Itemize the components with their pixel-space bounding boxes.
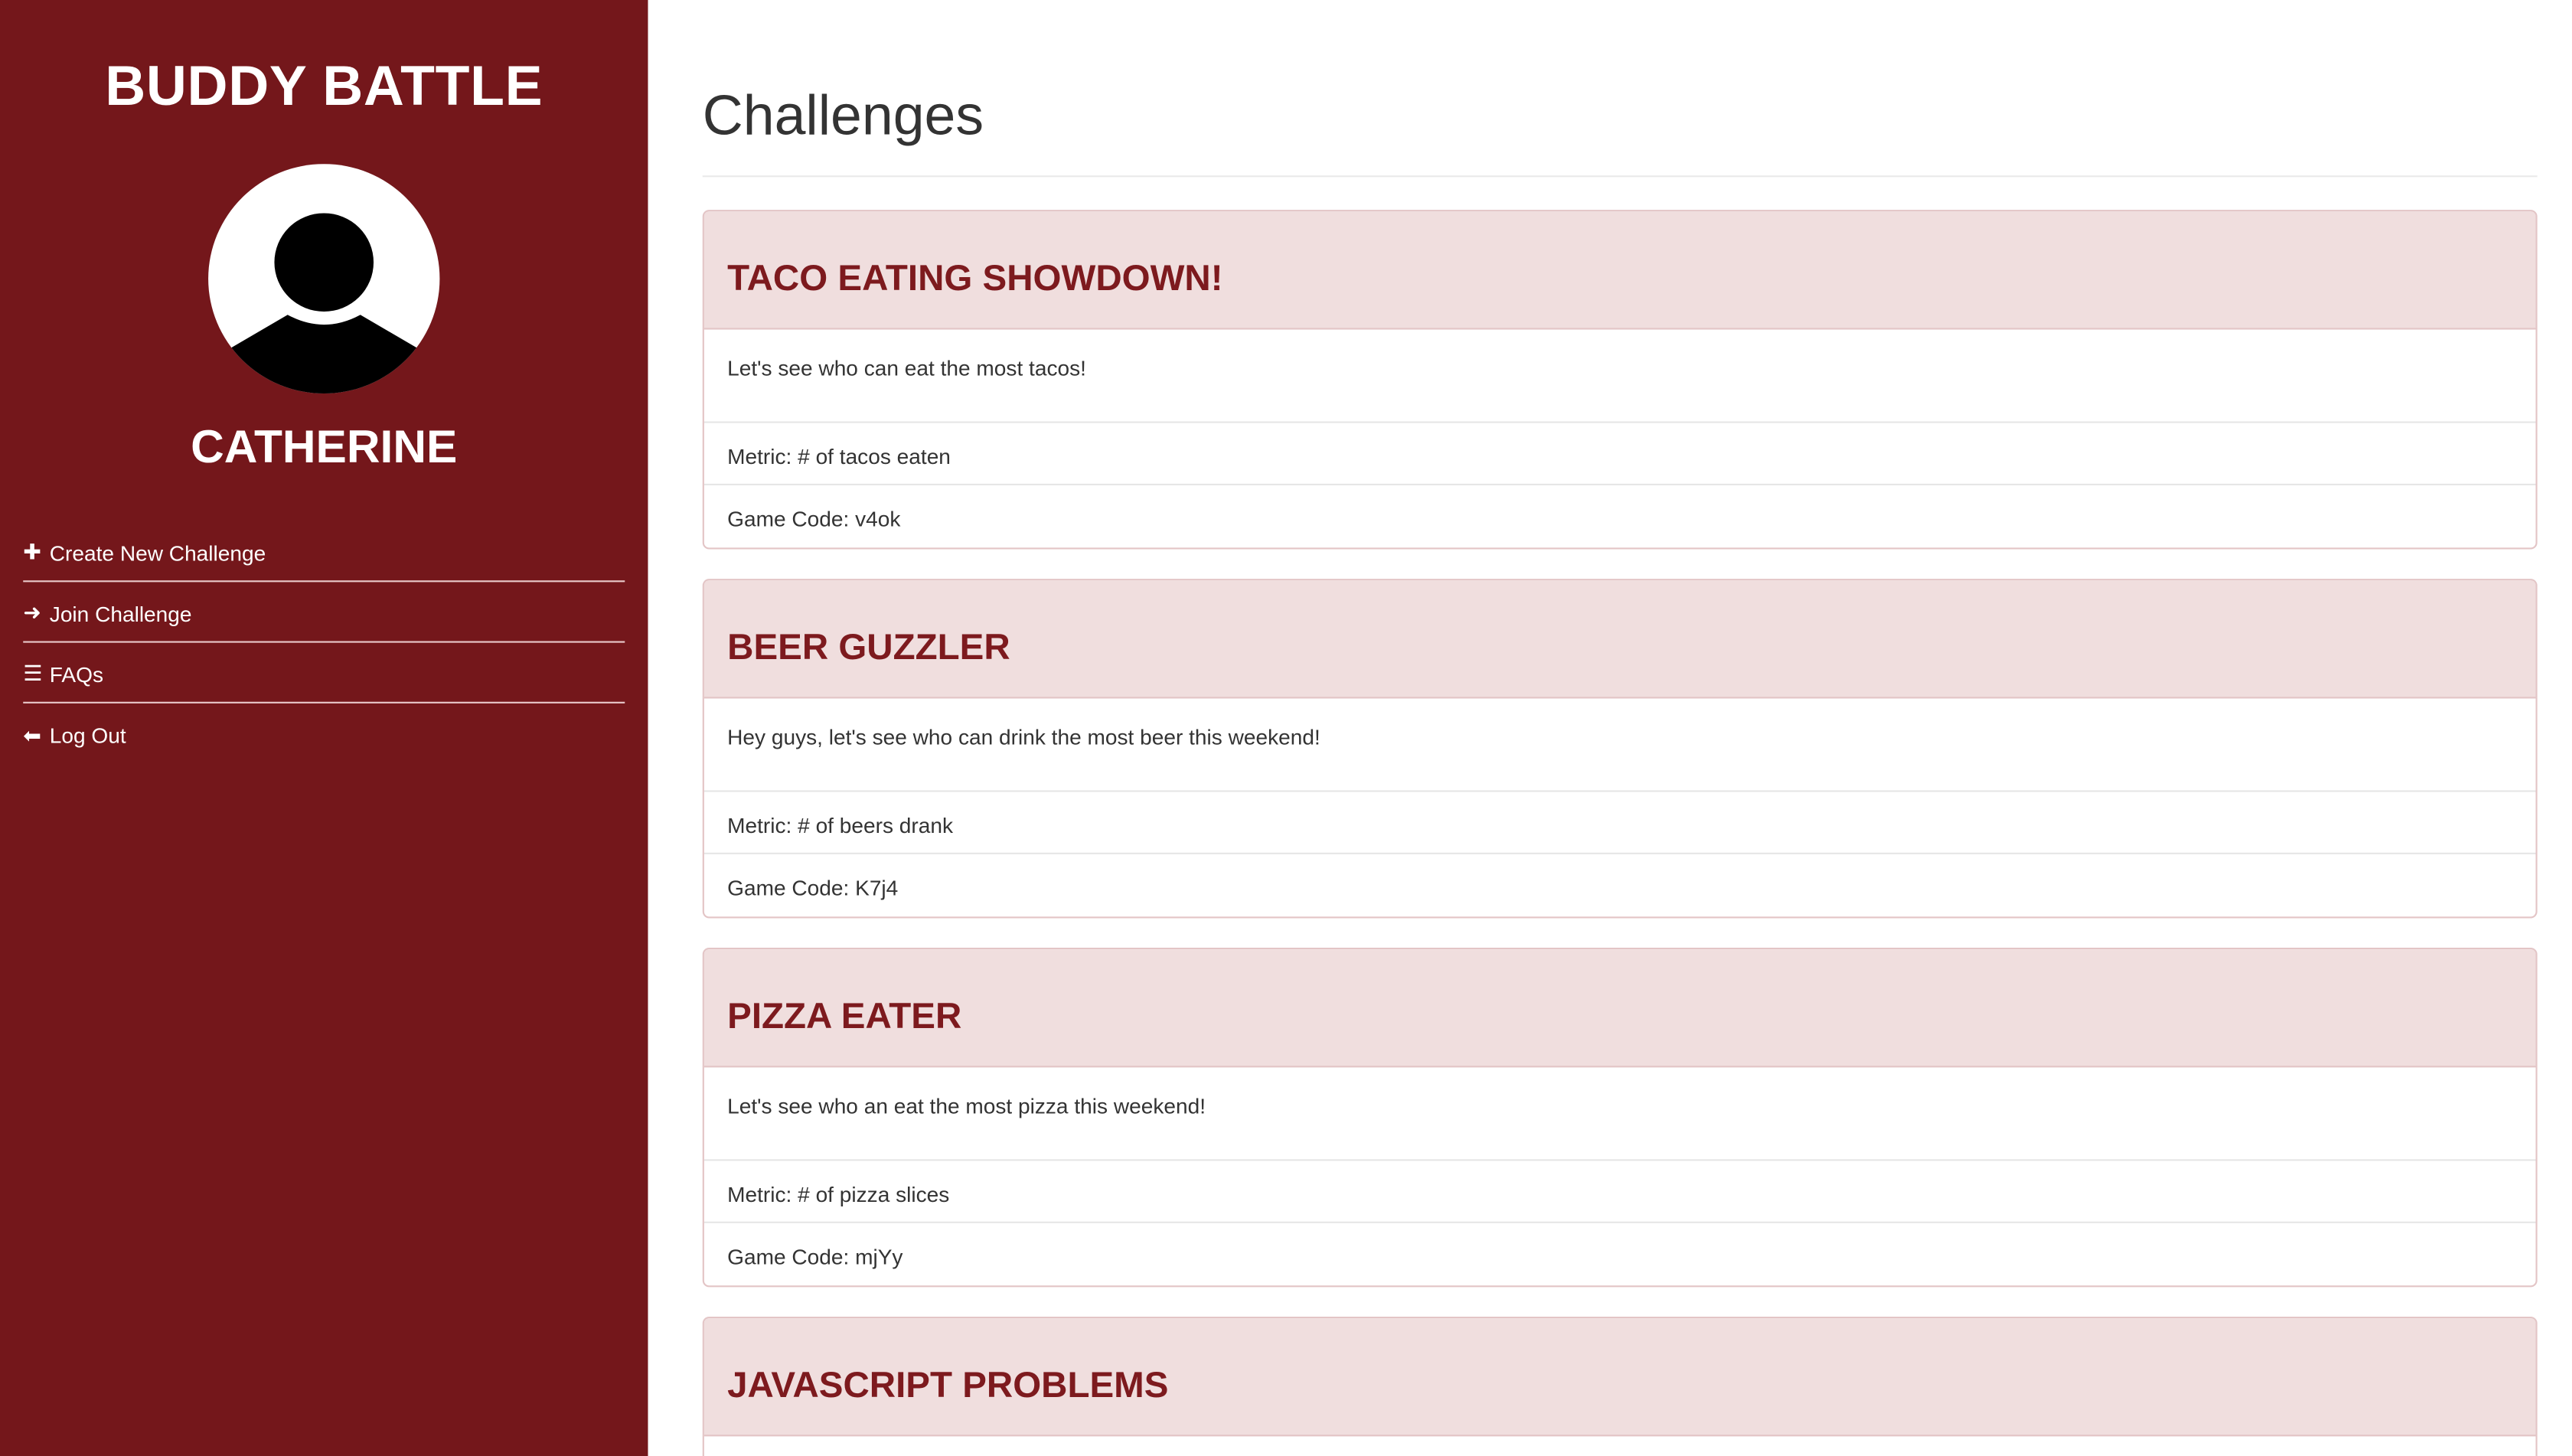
nav-create-new-challenge[interactable]: ✚ Create New Challenge: [23, 521, 625, 583]
challenge-card-header: TACO EATING SHOWDOWN!: [703, 211, 2536, 330]
nav-label: FAQs: [49, 661, 103, 687]
page-title: Challenges: [702, 85, 984, 148]
nav-label: Join Challenge: [49, 601, 192, 626]
brand-title: BUDDY BATTLE: [105, 55, 543, 119]
challenge-description: Hey guys, let's see who can drink the mo…: [703, 698, 2536, 792]
username: CATHERINE: [191, 421, 458, 472]
nav-faqs[interactable]: ☰ FAQs: [23, 643, 625, 704]
arrow-right-icon: ➜: [23, 599, 41, 625]
avatar[interactable]: [208, 164, 440, 394]
challenge-game-code: Game Code: mjYy: [727, 1244, 903, 1269]
nav-join-challenge[interactable]: ➜ Join Challenge: [23, 582, 625, 643]
challenge-card[interactable]: JAVASCRIPT PROBLEMS: [702, 1316, 2538, 1456]
challenge-card[interactable]: TACO EATING SHOWDOWN! Let's see who can …: [702, 210, 2538, 550]
challenge-title: JAVASCRIPT PROBLEMS: [727, 1364, 1169, 1405]
challenge-card[interactable]: PIZZA EATER Let's see who an eat the mos…: [702, 948, 2538, 1288]
challenge-card[interactable]: BEER GUZZLER Hey guys, let's see who can…: [702, 579, 2538, 919]
challenge-title: TACO EATING SHOWDOWN!: [727, 257, 1223, 299]
divider: [702, 175, 2538, 178]
challenge-card-header: JAVASCRIPT PROBLEMS: [703, 1318, 2536, 1437]
sidebar: BUDDY BATTLE CATHERINE ✚ Create New Chal…: [0, 0, 648, 1456]
challenge-title: PIZZA EATER: [727, 995, 962, 1037]
challenge-description: Let's see who an eat the most pizza this…: [703, 1067, 2536, 1161]
list-icon: ☰: [23, 661, 43, 686]
user-silhouette-icon: [231, 213, 417, 394]
nav-label: Create New Challenge: [49, 540, 266, 565]
challenge-title: BEER GUZZLER: [727, 626, 1010, 668]
challenge-metric: Metric: # of beers drank: [703, 792, 2536, 854]
challenge-card-header: BEER GUZZLER: [703, 580, 2536, 699]
arrow-left-icon: ⬅: [23, 722, 41, 747]
challenge-metric: Metric: # of pizza slices: [703, 1161, 2536, 1223]
challenge-game-code: Game Code: v4ok: [727, 506, 901, 531]
challenge-description: Let's see who can eat the most tacos!: [703, 330, 2536, 423]
challenge-game-code: Game Code: K7j4: [727, 875, 899, 900]
sidebar-nav: ✚ Create New Challenge ➜ Join Challenge …: [23, 521, 625, 764]
nav-log-out[interactable]: ⬅ Log Out: [23, 704, 625, 764]
nav-label: Log Out: [49, 723, 126, 748]
plus-icon: ✚: [23, 539, 41, 564]
challenge-card-header: PIZZA EATER: [703, 949, 2536, 1068]
challenge-metric: Metric: # of tacos eaten: [703, 423, 2536, 486]
